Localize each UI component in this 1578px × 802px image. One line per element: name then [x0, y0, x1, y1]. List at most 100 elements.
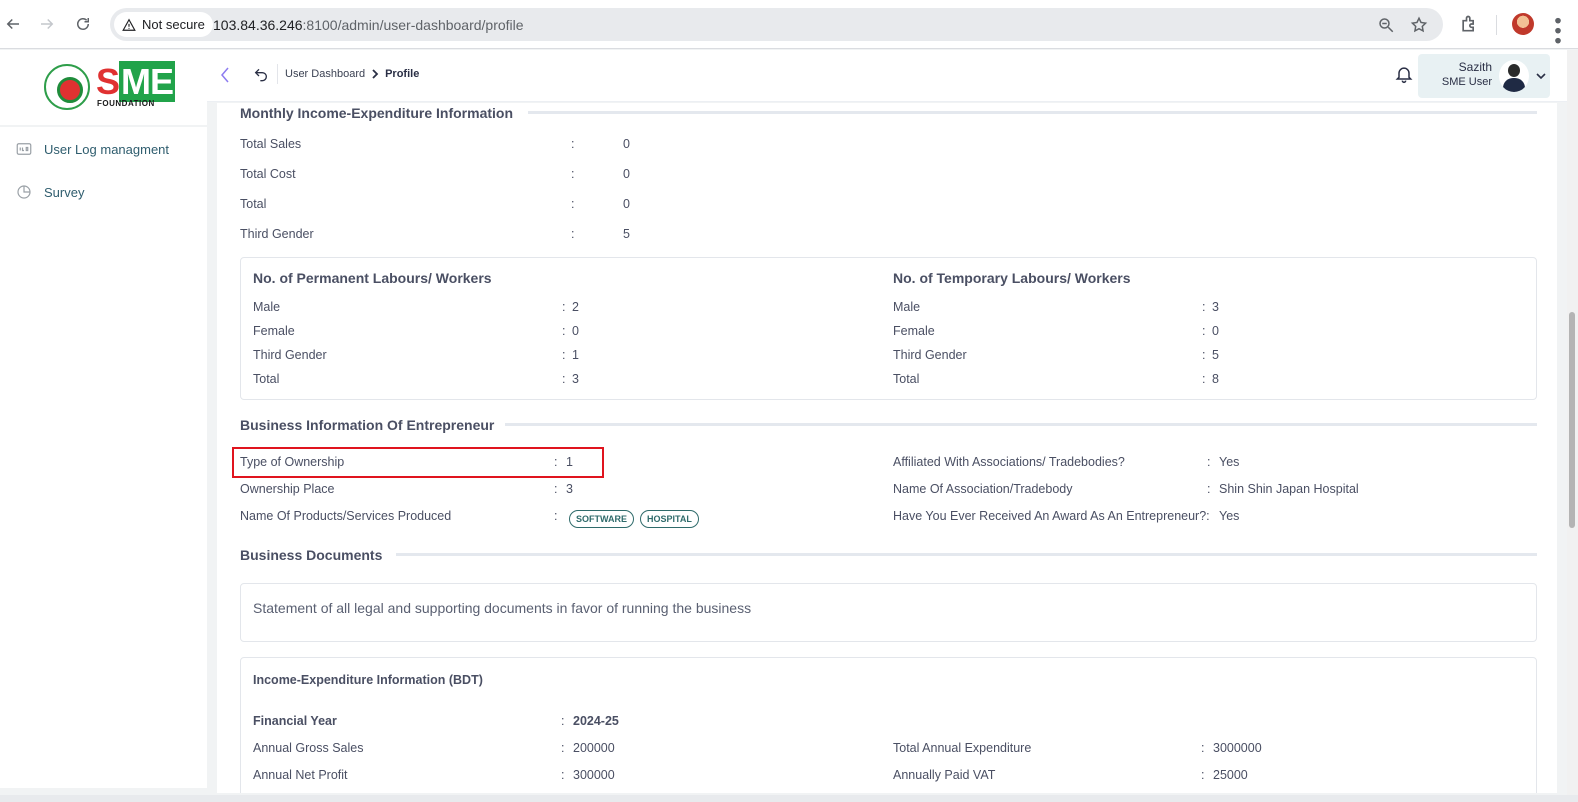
section-divider — [505, 423, 1537, 426]
temporary-total-value: 8 — [1212, 372, 1219, 386]
monthly-total-cost-value: 0 — [623, 167, 630, 181]
total-annual-expenditure-value: 3000000 — [1213, 741, 1262, 755]
profile-content: Monthly Income-Expenditure Information T… — [217, 103, 1557, 793]
avatar — [1499, 60, 1529, 92]
log-icon — [15, 140, 33, 158]
annual-net-profit-value: 300000 — [573, 768, 615, 782]
logo-wordmark: SME — [96, 61, 176, 102]
product-tag: HOSPITAL — [640, 510, 699, 528]
affiliated-label: Affiliated With Associations/ Tradebodie… — [893, 455, 1125, 469]
colon: : — [571, 227, 575, 241]
ownership-place-value: 3 — [566, 482, 573, 496]
temporary-total-label: Total — [893, 372, 920, 386]
award-value: Yes — [1219, 509, 1240, 523]
browser-toolbar: Not secure 103.84.36.246:8100/admin/user… — [0, 0, 1578, 49]
url-text[interactable]: 103.84.36.246:8100/admin/user-dashboard/… — [213, 17, 524, 33]
profile-avatar-icon[interactable] — [1512, 13, 1534, 35]
bookmark-star-icon[interactable] — [1410, 16, 1428, 34]
security-chip[interactable]: Not secure — [114, 12, 213, 37]
temporary-female-value: 0 — [1212, 324, 1219, 338]
sme-foundation-logo[interactable]: SME FOUNDATION — [44, 61, 176, 112]
back-arrow-icon[interactable] — [2, 13, 24, 35]
undo-back-icon[interactable] — [253, 66, 269, 82]
section-title-documents: Business Documents — [240, 547, 383, 563]
window-bottom-edge — [0, 795, 1578, 802]
documents-statement: Statement of all legal and supporting do… — [253, 600, 752, 616]
permanent-third-gender-value: 1 — [572, 348, 579, 362]
temporary-female-label: Female — [893, 324, 935, 338]
colon: : — [554, 482, 558, 496]
colon: : — [554, 509, 558, 523]
product-tag: SOFTWARE — [569, 510, 634, 528]
temporary-third-gender-label: Third Gender — [893, 348, 967, 362]
permanent-third-gender-label: Third Gender — [253, 348, 327, 362]
section-divider — [396, 553, 1537, 556]
security-label: Not secure — [142, 17, 205, 32]
colon: : — [561, 768, 565, 782]
logo-subtext: FOUNDATION — [97, 99, 155, 108]
zoom-icon[interactable] — [1377, 16, 1395, 34]
products-label: Name Of Products/Services Produced — [240, 509, 452, 523]
temporary-male-label: Male — [893, 300, 921, 314]
monthly-third-gender-value: 5 — [623, 227, 630, 241]
page-scrollbar[interactable] — [1567, 50, 1578, 795]
breadcrumb-current: Profile — [385, 68, 420, 80]
collapse-sidebar-icon[interactable] — [217, 66, 233, 84]
section-title-monthly: Monthly Income-Expenditure Information — [240, 105, 514, 121]
colon: : — [1207, 455, 1211, 469]
association-name-value: Shin Shin Japan Hospital — [1219, 482, 1359, 496]
income-card: Income-Expenditure Information (BDT) Fin… — [240, 657, 1537, 793]
sidebar: SME FOUNDATION User Log managment Survey — [0, 50, 207, 788]
ownership-place-label: Ownership Place — [240, 482, 335, 496]
notification-bell-icon[interactable] — [1394, 64, 1414, 84]
affiliated-value: Yes — [1219, 455, 1240, 469]
permanent-total-value: 3 — [572, 372, 579, 386]
sidebar-item-survey[interactable]: Survey — [0, 177, 207, 207]
annual-vat-value: 25000 — [1213, 768, 1248, 782]
annual-gross-sales-value: 200000 — [573, 741, 615, 755]
forward-arrow-icon[interactable] — [36, 13, 58, 35]
annual-gross-sales-label: Annual Gross Sales — [253, 741, 364, 755]
sidebar-divider — [0, 125, 207, 127]
scrollbar-thumb[interactable] — [1569, 312, 1575, 528]
monthly-total-value: 0 — [623, 197, 630, 211]
breadcrumb-parent[interactable]: User Dashboard — [285, 68, 365, 80]
award-label: Have You Ever Received An Award As An En… — [893, 509, 1210, 523]
permanent-male-value: 2 — [572, 300, 579, 314]
breadcrumb-divider — [277, 64, 278, 84]
reload-icon[interactable] — [72, 13, 94, 35]
total-annual-expenditure-label: Total Annual Expenditure — [893, 741, 1032, 755]
colon: : — [1202, 348, 1206, 362]
government-emblem-icon — [44, 64, 90, 110]
monthly-total-sales-label: Total Sales — [240, 137, 302, 151]
colon: : — [561, 714, 565, 728]
colon: : — [1201, 768, 1205, 782]
colon: : — [571, 197, 575, 211]
colon: : — [1202, 372, 1206, 386]
permanent-labours-title: No. of Permanent Labours/ Workers — [253, 270, 492, 286]
financial-year-label: Financial Year — [253, 714, 337, 728]
monthly-total-sales-value: 0 — [623, 137, 630, 151]
permanent-male-label: Male — [253, 300, 281, 314]
sidebar-item-label: Survey — [44, 184, 85, 200]
extensions-icon[interactable] — [1459, 14, 1479, 34]
user-role: SME User — [1441, 76, 1492, 88]
chevron-down-icon[interactable] — [1535, 69, 1547, 81]
address-bar[interactable]: Not secure 103.84.36.246:8100/admin/user… — [110, 8, 1443, 41]
ownership-type-value: 1 — [566, 455, 573, 469]
documents-card: Statement of all legal and supporting do… — [240, 583, 1537, 642]
colon: : — [1207, 482, 1211, 496]
financial-year-value: 2024-25 — [573, 714, 619, 728]
temporary-third-gender-value: 5 — [1212, 348, 1219, 362]
annual-vat-label: Annually Paid VAT — [893, 768, 996, 782]
menu-dots-icon[interactable] — [1553, 14, 1563, 44]
colon: : — [1202, 324, 1206, 338]
colon: : — [1201, 741, 1205, 755]
colon: : — [562, 348, 566, 362]
user-name: Sazith — [1458, 60, 1492, 74]
colon: : — [562, 324, 566, 338]
income-card-title: Income-Expenditure Information (BDT) — [253, 673, 483, 687]
sidebar-item-user-log[interactable]: User Log managment — [0, 134, 207, 164]
colon: : — [571, 167, 575, 181]
user-menu[interactable]: Sazith SME User — [1418, 54, 1550, 98]
